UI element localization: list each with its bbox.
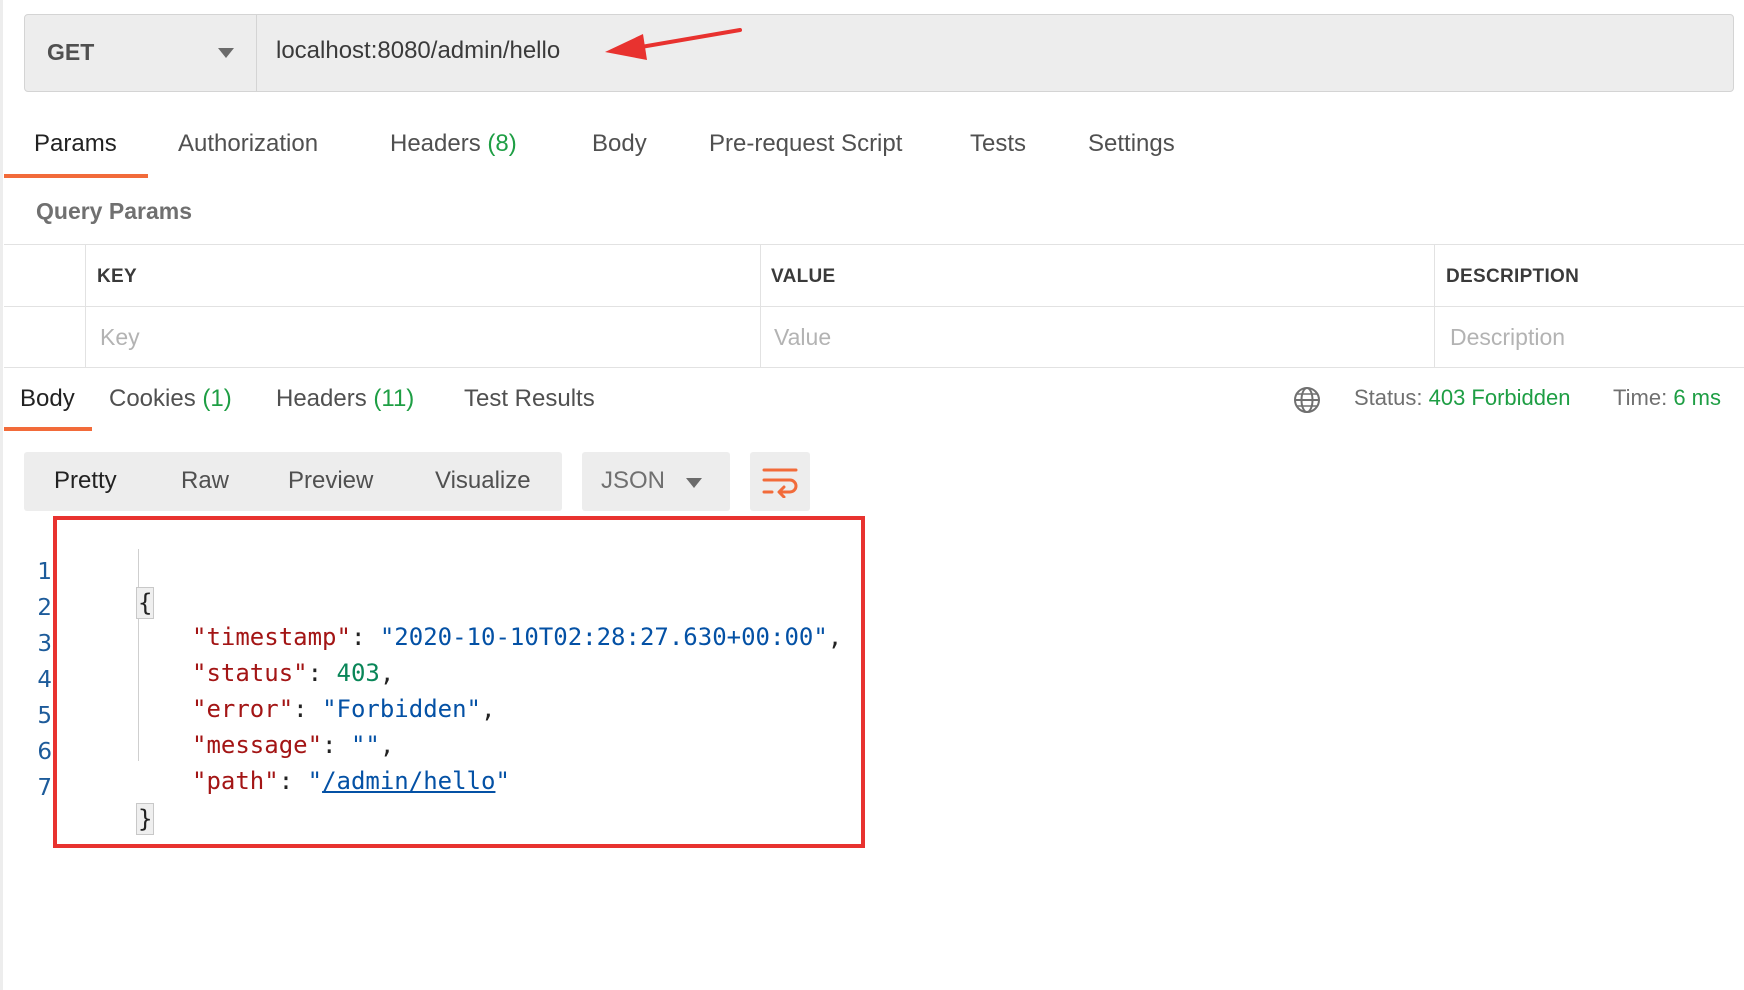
chevron-down-icon: [218, 48, 234, 58]
status-value: 403 Forbidden: [1428, 385, 1571, 410]
tab-pre-request-script[interactable]: Pre-request Script: [709, 130, 902, 158]
response-time: Time: 6 ms: [1613, 385, 1721, 411]
url-input[interactable]: localhost:8080/admin/hello: [276, 37, 560, 65]
method-label: GET: [47, 39, 95, 65]
response-tab-test-results[interactable]: Test Results: [464, 385, 595, 413]
description-input[interactable]: Description: [1450, 324, 1565, 351]
active-tab-indicator: [4, 174, 148, 178]
col-header-description: DESCRIPTION: [1446, 266, 1580, 287]
response-headers-count: (11): [373, 385, 415, 412]
response-status: Status: 403 Forbidden: [1354, 385, 1571, 411]
time-label: Time:: [1613, 385, 1668, 410]
value-input[interactable]: Value: [774, 324, 831, 351]
table-border-bottom: [4, 367, 1744, 368]
col-divider: [85, 244, 86, 368]
code-line: 7 }: [0, 747, 800, 835]
format-select[interactable]: JSON: [582, 452, 730, 511]
tab-authorization[interactable]: Authorization: [178, 130, 318, 158]
tab-settings[interactable]: Settings: [1088, 130, 1175, 158]
status-label: Status:: [1354, 385, 1423, 410]
chevron-down-icon: [686, 478, 702, 488]
code-line: 2 "timestamp": "2020-10-10T02:28:27.630+…: [0, 567, 842, 651]
view-mode-group: Pretty Raw Preview Visualize: [24, 452, 562, 511]
table-border-top: [4, 244, 1744, 245]
view-pretty-button[interactable]: Pretty: [54, 467, 117, 495]
response-tab-headers[interactable]: Headers (11): [276, 385, 414, 413]
time-value: 6 ms: [1673, 385, 1721, 410]
view-preview-button[interactable]: Preview: [288, 467, 373, 495]
query-params-title: Query Params: [36, 198, 192, 224]
wrap-lines-button[interactable]: [750, 452, 810, 511]
code-line: 4 "error": "Forbidden",: [0, 639, 800, 723]
col-header-key: KEY: [97, 266, 137, 287]
col-divider: [760, 244, 761, 368]
code-line: 6 "path": "/admin/hello": [0, 711, 800, 795]
active-response-tab-indicator: [4, 427, 92, 431]
method-select[interactable]: GET: [25, 15, 257, 91]
headers-count: (8): [487, 130, 517, 157]
col-divider: [1434, 244, 1435, 368]
view-visualize-button[interactable]: Visualize: [435, 467, 531, 495]
tab-tests[interactable]: Tests: [970, 130, 1026, 158]
line-number: 7: [37, 775, 52, 801]
globe-icon[interactable]: [1292, 385, 1322, 415]
code-line: 3 "status": 403,: [0, 603, 800, 687]
request-url-bar: GET localhost:8080/admin/hello: [24, 14, 1734, 92]
code-line: 1 {: [0, 531, 800, 619]
brace-close: }: [136, 803, 155, 835]
response-tab-body[interactable]: Body: [20, 385, 75, 413]
key-input[interactable]: Key: [100, 324, 140, 351]
query-params-table: KEY VALUE DESCRIPTION Key Value Descript…: [4, 244, 1744, 368]
view-raw-button[interactable]: Raw: [181, 467, 229, 495]
table-border-mid: [4, 306, 1744, 307]
tab-params[interactable]: Params: [34, 130, 117, 158]
format-label: JSON: [601, 467, 666, 494]
col-header-value: VALUE: [771, 266, 836, 287]
response-tab-cookies[interactable]: Cookies (1): [109, 385, 232, 413]
cookies-count: (1): [202, 385, 232, 412]
wrap-lines-icon: [762, 468, 798, 498]
code-line: 5 "message": "",: [0, 675, 800, 759]
tab-headers[interactable]: Headers (8): [390, 130, 517, 158]
request-tabs: Params Authorization Headers (8) Body Pr…: [0, 120, 1744, 180]
tab-body[interactable]: Body: [592, 130, 647, 158]
red-arrow-icon: [605, 28, 742, 60]
